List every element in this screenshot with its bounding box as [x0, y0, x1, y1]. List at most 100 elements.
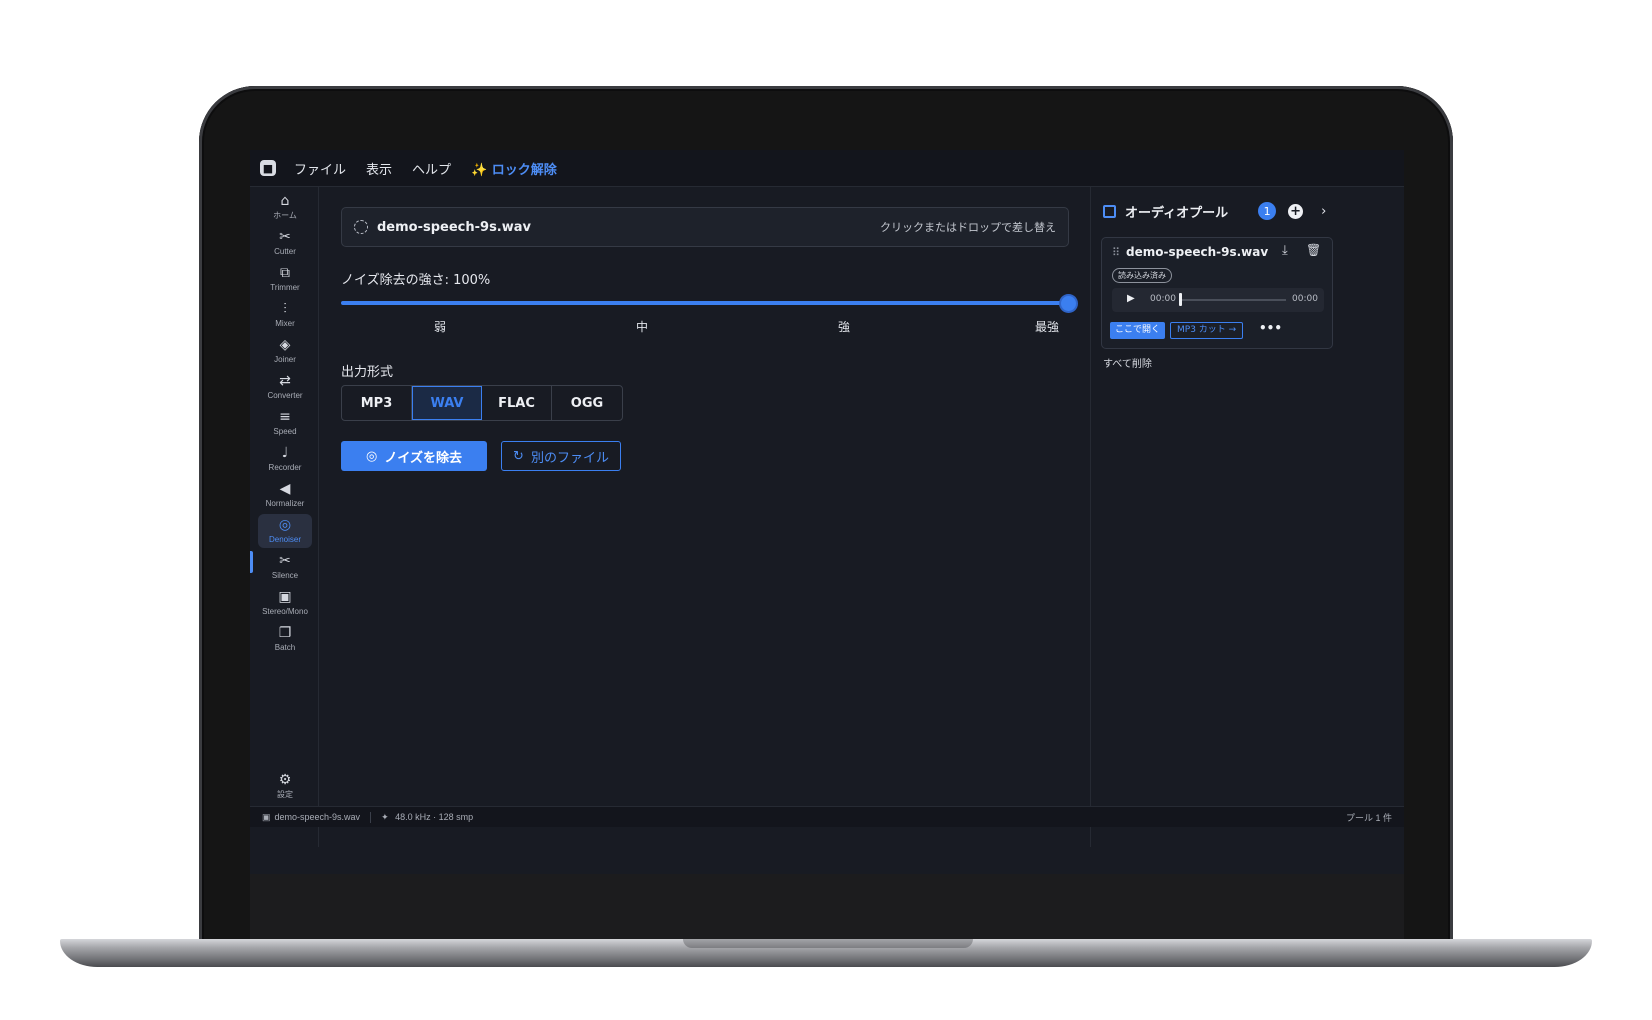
audio-player: ▶ 00:00 00:00	[1112, 288, 1324, 312]
speaker-icon: ▣	[278, 588, 292, 605]
menu-help[interactable]: ヘルプ	[412, 159, 451, 178]
sidebar-item-joiner[interactable]: ◈ Joiner	[258, 334, 312, 368]
sidebar-item-speed[interactable]: ≡ Speed	[258, 406, 312, 440]
sidebar-item-settings[interactable]: ⚙ 設定	[258, 769, 312, 803]
status-file: ▣ demo-speech-9s.wav	[262, 812, 360, 823]
sidebar-item-label: Denoiser	[268, 534, 301, 544]
status-divider	[370, 811, 372, 823]
menu-view[interactable]: 表示	[366, 159, 392, 178]
waveform-icon: ✦	[381, 811, 389, 822]
open-here-button[interactable]: ここで開く	[1110, 322, 1166, 339]
sidebar-item-label: Speed	[273, 426, 297, 436]
sidebar-item-stereo-mono[interactable]: ▣ Stereo/Mono	[258, 586, 312, 620]
sidebar-item-normalizer[interactable]: ◀ Normalizer	[258, 478, 312, 512]
denoise-icon: ◎	[278, 516, 292, 533]
sidebar-item-label: Mixer	[275, 318, 295, 328]
format-mp3[interactable]: MP3	[342, 386, 412, 420]
menu-unlock[interactable]: ✨ ロック解除	[471, 159, 557, 178]
music-file-icon	[1103, 204, 1116, 218]
menu-file[interactable]: ファイル	[294, 159, 346, 178]
sidebar-item-label: Batch	[274, 642, 296, 652]
other-file-button[interactable]: ↻ 別のファイル	[501, 441, 621, 471]
format-flac[interactable]: FLAC	[482, 386, 552, 420]
sidebar-item--[interactable]: ⌂ ホーム	[258, 190, 312, 224]
format-label: 出力形式	[341, 365, 394, 380]
main-panel: demo-speech-9s.wav クリックまたはドロップで差し替え ノイズ除…	[319, 187, 1090, 847]
pool-header: オーディオプール 1 + ›	[1103, 201, 1393, 221]
tick-medium: 中	[636, 320, 649, 334]
play-icon[interactable]: ▶	[1127, 293, 1135, 304]
pool-count-badge: 1	[1258, 202, 1277, 220]
crop-icon: ⧉	[280, 264, 290, 281]
scissors-icon: ✂	[279, 228, 291, 245]
file-hint: クリックまたはドロップで差し替え	[880, 221, 1056, 234]
app-logo-icon[interactable]: ■	[260, 160, 276, 176]
chevron-right-icon[interactable]: ›	[1321, 204, 1326, 219]
layers-icon: ◈	[279, 336, 291, 353]
download-icon[interactable]: ⤓	[1282, 243, 1288, 258]
strength-slider-track[interactable]	[341, 301, 1069, 305]
time-current: 00:00	[1150, 294, 1176, 304]
add-icon[interactable]: +	[1288, 203, 1304, 219]
other-file-button-label: 別のファイル	[530, 450, 609, 466]
sidebar-item-label: Normalizer	[265, 498, 305, 508]
time-total: 00:00	[1292, 294, 1318, 304]
sidebar-item-label: Recorder	[268, 462, 302, 472]
volume-icon: ◀	[279, 480, 291, 497]
sidebar-item-batch[interactable]: ❐ Batch	[258, 622, 312, 656]
tick-weak: 弱	[434, 320, 447, 334]
more-icon[interactable]: •••	[1259, 321, 1282, 335]
denoise-icon	[354, 220, 368, 234]
sidebar-item-converter[interactable]: ⇄ Converter	[258, 370, 312, 404]
microphone-icon: ♩	[281, 444, 289, 461]
format-selector: MP3 WAV FLAC OGG	[341, 385, 623, 421]
denoise-button[interactable]: ◎ ノイズを除去	[341, 441, 487, 471]
file-icon: ▣	[262, 811, 271, 822]
sidebar-item-denoiser[interactable]: ◎ Denoiser	[258, 514, 312, 548]
home-icon: ⌂	[280, 192, 290, 209]
denoise-icon: ◎	[366, 448, 378, 464]
scissors-icon: ✂	[279, 552, 291, 569]
drag-handle-icon[interactable]: ⠿	[1112, 246, 1120, 259]
tick-strong: 強	[838, 320, 851, 334]
sidebar-item-label: Converter	[267, 390, 303, 400]
strength-label: ノイズ除去の強さ: 100%	[341, 273, 491, 288]
sidebar: ⌂ ホーム ✂ Cutter ⧉ Trimmer ⫶ Mixer ◈ Joiner ⇄ Convert…	[250, 187, 319, 847]
sidebar-item-label: Cutter	[274, 246, 296, 256]
sliders-icon: ≡	[279, 408, 291, 425]
pool-item-card[interactable]: ⠿ demo-speech-9s.wav ⤓ 🗑 読み込み済み ▶ 00:00 …	[1101, 237, 1333, 349]
format-ogg[interactable]: OGG	[552, 386, 622, 420]
sidebar-item-label: Stereo/Mono	[262, 606, 308, 616]
status-info-text: 48.0 kHz · 128 smp	[395, 811, 474, 822]
trash-icon[interactable]: 🗑	[1306, 243, 1321, 257]
player-progress-knob[interactable]	[1179, 293, 1182, 306]
refresh-icon: ↻	[513, 448, 524, 464]
active-indicator	[250, 551, 253, 573]
file-dropzone[interactable]: demo-speech-9s.wav クリックまたはドロップで差し替え	[341, 207, 1069, 247]
mp3-cut-button[interactable]: MP3 カット →	[1170, 322, 1244, 339]
sidebar-item-label: Joiner	[274, 354, 296, 364]
sidebar-item-cutter[interactable]: ✂ Cutter	[258, 226, 312, 260]
audio-pool-panel: オーディオプール 1 + › ⠿ demo-speech-9s.wav ⤓ 🗑 …	[1090, 187, 1404, 847]
file-name: demo-speech-9s.wav	[377, 219, 532, 235]
sidebar-item-label: ホーム	[273, 210, 297, 220]
format-wav[interactable]: WAV	[412, 386, 482, 420]
sidebar-item-recorder[interactable]: ♩ Recorder	[258, 442, 312, 476]
status-badge: 読み込み済み	[1112, 268, 1172, 283]
pool-item-name: demo-speech-9s.wav	[1126, 245, 1269, 259]
batch-icon: ❐	[278, 624, 292, 641]
strength-slider-thumb[interactable]	[1061, 296, 1076, 311]
player-progress-track[interactable]	[1180, 299, 1286, 301]
status-info: ✦ 48.0 kHz · 128 smp	[381, 812, 473, 823]
sidebar-item-silence[interactable]: ✂ Silence	[258, 550, 312, 584]
sidebar-item-trimmer[interactable]: ⧉ Trimmer	[258, 262, 312, 296]
sidebar-item-label: Trimmer	[270, 282, 300, 292]
sidebar-item-label: 設定	[277, 789, 293, 799]
denoise-button-label: ノイズを除去	[384, 450, 462, 466]
sidebar-item-mixer[interactable]: ⫶ Mixer	[258, 298, 312, 332]
menubar: ■ ファイル 表示 ヘルプ ✨ ロック解除	[250, 150, 1404, 187]
sidebar-item-label: Silence	[271, 570, 299, 580]
mixer-icon: ⫶	[283, 300, 287, 317]
clear-all-button[interactable]: すべて削除	[1103, 355, 1152, 370]
pool-title: オーディオプール	[1125, 205, 1229, 221]
